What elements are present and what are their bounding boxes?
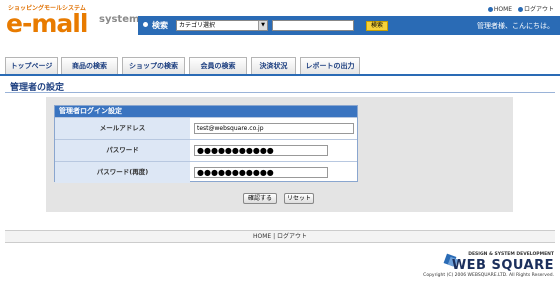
logout-link[interactable]: ログアウト: [524, 6, 554, 13]
confirm-button[interactable]: 確認する: [243, 193, 277, 204]
company-name: WEB SQUARE: [451, 258, 554, 273]
password-label: パスワード: [55, 140, 190, 161]
tab-top[interactable]: トップページ: [5, 57, 58, 74]
email-field[interactable]: test@websquare.co.jp: [194, 123, 354, 134]
title-divider: [5, 92, 555, 93]
form-heading: 管理者ログイン設定: [55, 106, 357, 117]
brand-system: system: [99, 14, 140, 25]
email-cell: test@websquare.co.jp: [191, 118, 357, 139]
password-confirm-label: パスワード(再度): [55, 162, 190, 183]
logout-icon: [517, 7, 523, 12]
chevron-down-icon[interactable]: ▼: [258, 21, 267, 30]
email-label: メールアドレス: [55, 118, 190, 139]
greeting-text: 管理者様、こんにちは。: [477, 22, 554, 30]
password-confirm-field[interactable]: ●●●●●●●●●●●: [194, 167, 328, 178]
page: ショッピングモールシステム e-mall system HOME ログアウト 検…: [0, 0, 560, 290]
tab-report-output[interactable]: レポートの出力: [300, 57, 360, 74]
search-bullet-icon: [143, 22, 148, 27]
company-tag: DESIGN & SYSTEM DEVELOPMENT: [468, 252, 554, 257]
search-button[interactable]: 検索: [366, 21, 388, 31]
form-row-password: パスワード ●●●●●●●●●●●: [55, 139, 357, 161]
password-field[interactable]: ●●●●●●●●●●●: [194, 145, 328, 156]
category-select-value: カテゴリ選択: [179, 22, 216, 29]
top-links: HOME ログアウト: [484, 4, 554, 13]
reset-button[interactable]: リセット: [284, 193, 314, 204]
form-row-email: メールアドレス test@websquare.co.jp: [55, 117, 357, 139]
copyright: Copyright (C) 2006 WEBSQUARE.LTD. All Ri…: [423, 273, 554, 278]
admin-login-form: 管理者ログイン設定 メールアドレス test@websquare.co.jp パ…: [54, 105, 358, 183]
tab-product-search[interactable]: 商品の検索: [61, 57, 118, 74]
brand-logo[interactable]: e-mall: [6, 9, 88, 38]
search-bar: 検索 カテゴリ選択 ▼ 検索 管理者様、こんにちは。: [138, 16, 560, 35]
tab-payment-status[interactable]: 決済状況: [251, 57, 296, 74]
footer-links[interactable]: HOME | ログアウト: [5, 230, 555, 243]
home-icon: [487, 7, 493, 12]
tab-member-search[interactable]: 会員の検索: [189, 57, 247, 74]
category-select[interactable]: カテゴリ選択 ▼: [176, 20, 268, 31]
search-label: 検索: [152, 21, 168, 30]
search-input[interactable]: [272, 20, 354, 31]
form-row-password-confirm: パスワード(再度) ●●●●●●●●●●●: [55, 161, 357, 183]
password-confirm-cell: ●●●●●●●●●●●: [191, 162, 357, 183]
nav-divider: [0, 74, 560, 76]
password-cell: ●●●●●●●●●●●: [191, 140, 357, 161]
tab-shop-search[interactable]: ショップの検索: [122, 57, 185, 74]
home-link[interactable]: HOME: [494, 6, 512, 13]
